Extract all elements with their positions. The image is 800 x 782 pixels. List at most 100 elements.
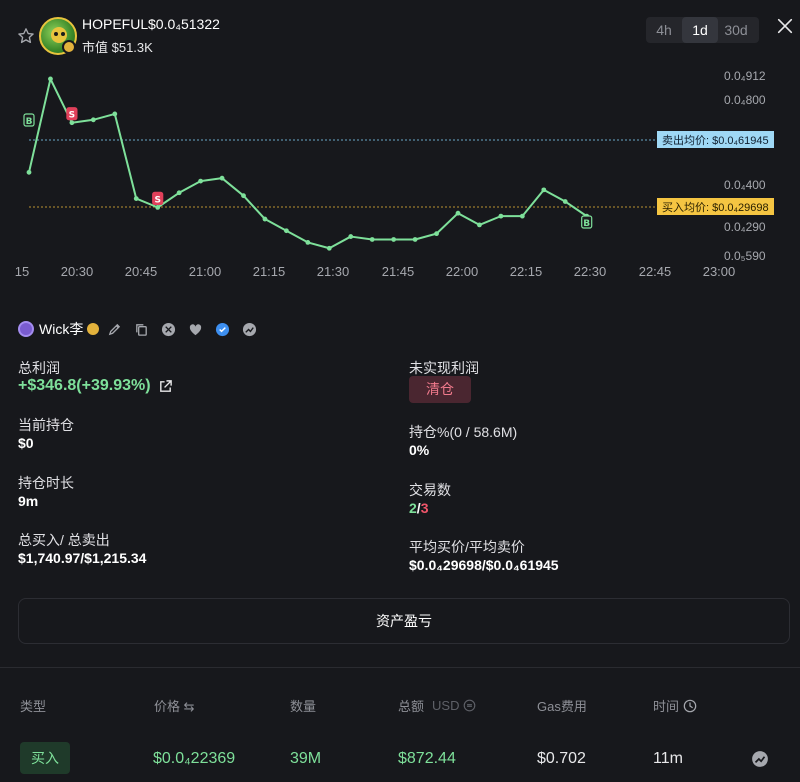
x-tick-label: 21:30 <box>317 264 350 279</box>
price-point <box>26 169 32 175</box>
heart-icon[interactable] <box>188 322 203 337</box>
y-tick-label: 0.0₄290 <box>724 220 766 234</box>
x-tick-label: 22:00 <box>446 264 479 279</box>
trade-gas: $0.702 <box>537 750 586 767</box>
price-point <box>69 120 75 126</box>
svg-text:B: B <box>26 117 33 127</box>
sell-marker: S <box>152 191 164 205</box>
user-row: Wick李 <box>18 319 269 339</box>
price-chart: 0.0₄912 0.0₄800 0.0₄400 0.0₄290 0.0₅590 15 20… <box>15 69 774 279</box>
y-tick-label: 0.0₅590 <box>724 249 766 263</box>
x-twitter-icon[interactable] <box>161 322 176 337</box>
y-tick-label: 0.0₄800 <box>724 93 766 107</box>
favorite-star-icon[interactable] <box>17 27 35 45</box>
col-header-amount: 数量 <box>290 699 317 714</box>
trade-amount: 39M <box>290 750 322 767</box>
col-header-price[interactable]: 价格 ⇆ <box>154 696 195 715</box>
token-badge-icon <box>62 40 76 54</box>
trade-time: 11m <box>653 750 683 767</box>
clock-icon[interactable] <box>683 699 697 713</box>
gmgn-logo-icon[interactable] <box>242 322 257 337</box>
price-point <box>348 234 354 239</box>
svg-text:B: B <box>583 219 590 229</box>
col-header-type: 类型 <box>20 699 47 714</box>
price-point <box>133 196 139 202</box>
price-point <box>112 111 118 117</box>
trades-value: 2/3 <box>409 500 428 516</box>
price-point <box>219 175 225 181</box>
share-icon[interactable] <box>158 379 173 394</box>
duration-label: 持仓时长 <box>18 475 74 491</box>
copy-icon[interactable] <box>134 322 149 337</box>
price-point <box>434 231 439 237</box>
price-point <box>90 117 96 123</box>
price-point <box>326 245 332 251</box>
x-tick-label: 21:00 <box>189 264 222 279</box>
trades-label: 交易数 <box>409 482 451 498</box>
col-header-time-label: 时间 <box>653 699 680 714</box>
price-point <box>241 193 246 199</box>
buy-avg-text: 买入均价: $0.0₄29698 <box>662 201 769 214</box>
clear-position-button[interactable]: 清仓 <box>409 376 471 403</box>
trade-total: $872.44 <box>398 750 456 767</box>
price-point <box>155 204 161 210</box>
price-point <box>176 190 182 196</box>
col-header-total-label: 总额 <box>398 699 425 714</box>
timeframe-selector: 4h 1d 30d <box>646 17 759 43</box>
user-badge-icon <box>87 323 100 335</box>
holding-label: 当前持仓 <box>18 417 74 433</box>
price-point <box>519 213 525 219</box>
total-buysell-value: $1,740.97/$1,215.34 <box>18 550 147 566</box>
price-point <box>391 237 397 242</box>
total-buysell-label: 总买入/ 总卖出 <box>18 532 110 548</box>
price-point <box>541 187 547 193</box>
col-header-time: 时间 <box>653 696 697 715</box>
timeframe-4h[interactable]: 4h <box>646 17 682 43</box>
y-tick-label: 0.0₄912 <box>724 69 766 83</box>
user-name: Wick李 <box>39 321 84 337</box>
x-tick-label: 20:45 <box>125 264 158 279</box>
price-point <box>284 228 289 234</box>
total-pnl-label: 总利润 <box>18 360 60 376</box>
trade-price: $0.0₄22369 <box>153 750 236 767</box>
price-point <box>412 237 418 242</box>
holding-pct-label: 持仓%(0 / 58.6M) <box>409 424 518 440</box>
x-tick-label: 20:30 <box>61 264 94 279</box>
price-point <box>455 210 461 216</box>
price-line <box>28 77 588 250</box>
x-tick-label: 21:45 <box>382 264 415 279</box>
avg-price-value: $0.0₄29698/$0.0₄61945 <box>409 557 559 573</box>
svg-text:S: S <box>154 195 160 205</box>
asset-pnl-button[interactable]: 资产盈亏 <box>18 598 790 644</box>
buy-marker: B <box>581 215 593 229</box>
divider <box>0 667 800 668</box>
timeframe-1d[interactable]: 1d <box>682 17 718 43</box>
x-tick-label: 23:00 <box>703 264 736 279</box>
price-point <box>48 76 53 82</box>
edit-icon[interactable] <box>107 322 122 337</box>
price-point <box>498 213 504 219</box>
price-point <box>198 178 204 184</box>
avg-price-label: 平均买价/平均卖价 <box>409 539 525 555</box>
price-point <box>369 237 375 242</box>
tx-explorer-icon[interactable] <box>751 750 769 768</box>
sell-marker: S <box>66 107 78 121</box>
holding-value: $0 <box>18 435 34 451</box>
x-tick-label: 22:45 <box>639 264 672 279</box>
duration-value: 9m <box>18 493 39 509</box>
price-point <box>562 199 568 204</box>
market-cap: 市值 $51.3K <box>82 40 153 55</box>
timeframe-30d[interactable]: 30d <box>718 17 754 43</box>
token-name: HOPEFUL <box>82 16 149 32</box>
close-icon[interactable] <box>776 17 794 35</box>
svg-text:S: S <box>69 111 75 121</box>
trades-sell-count: 3 <box>420 500 429 516</box>
price-point <box>477 222 482 228</box>
x-tick-label: 22:30 <box>574 264 607 279</box>
trades-buy-count: 2 <box>409 500 417 516</box>
x-tick-label: 15 <box>15 264 29 279</box>
buy-marker: B <box>23 113 35 127</box>
col-header-total-unit[interactable]: USD <box>432 698 459 713</box>
col-header-total: 总额 USD <box>398 696 476 715</box>
currency-switch-icon[interactable] <box>463 699 476 712</box>
